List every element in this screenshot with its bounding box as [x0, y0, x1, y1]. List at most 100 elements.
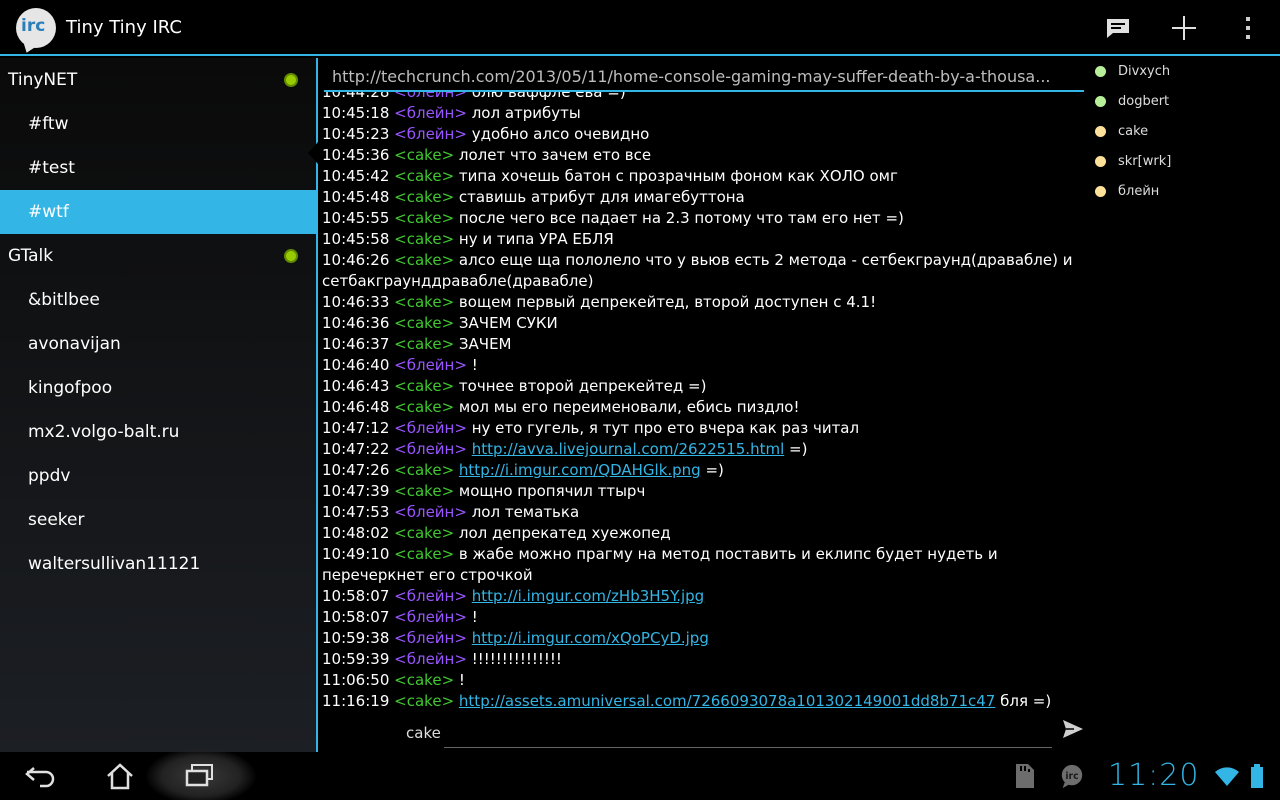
- recent-apps-icon[interactable]: [170, 756, 230, 796]
- message-nick[interactable]: cake: [407, 524, 442, 542]
- message-link[interactable]: http://i.imgur.com/QDAHGlk.png: [459, 461, 701, 479]
- message-nick[interactable]: блейн: [407, 608, 455, 626]
- message-timestamp: 11:16:19: [322, 692, 390, 710]
- message-text: мол мы его переименовали, ебись пиздло!: [458, 398, 800, 416]
- overflow-menu-icon[interactable]: [1230, 10, 1266, 46]
- message-nick[interactable]: cake: [407, 146, 442, 164]
- sidebar-item-label: seeker: [28, 510, 85, 530]
- message-nick[interactable]: cake: [407, 314, 442, 332]
- sd-card-icon[interactable]: [1012, 762, 1038, 790]
- user-list-item[interactable]: Divxych: [1088, 58, 1280, 88]
- sidebar-channel-item[interactable]: #wtf: [0, 190, 316, 234]
- message-nick[interactable]: cake: [407, 482, 442, 500]
- message-text: лолет что зачем ето все: [458, 146, 652, 164]
- message-nick[interactable]: cake: [407, 398, 442, 416]
- message-icon[interactable]: [1100, 10, 1136, 46]
- sidebar-channel-item[interactable]: mx2.volgo-balt.ru: [0, 410, 316, 454]
- message-nick[interactable]: блейн: [407, 503, 455, 521]
- message-nick[interactable]: cake: [407, 377, 442, 395]
- user-list-item[interactable]: skr[wrk]: [1088, 148, 1280, 178]
- message-nick[interactable]: cake: [407, 335, 442, 353]
- message-nick[interactable]: cake: [407, 167, 442, 185]
- message-nick[interactable]: cake: [407, 251, 442, 269]
- message-nick[interactable]: блейн: [407, 92, 455, 101]
- nick-bracket: >: [454, 650, 467, 668]
- user-list-item[interactable]: cake: [1088, 118, 1280, 148]
- message-timestamp: 10:48:02: [322, 524, 390, 542]
- message-nick[interactable]: блейн: [407, 125, 455, 143]
- sidebar-item-label: ppdv: [28, 466, 71, 486]
- message-input[interactable]: [444, 714, 1052, 748]
- message-row: 10:48:02 <cake> лол депрекатед хуежопед: [322, 523, 1078, 544]
- sidebar-channel-item[interactable]: kingofpoo: [0, 366, 316, 410]
- message-nick[interactable]: блейн: [407, 104, 455, 122]
- sidebar-channel-item[interactable]: ppdv: [0, 454, 316, 498]
- sidebar-channel-item[interactable]: #test: [0, 146, 316, 190]
- sidebar-channel-item[interactable]: #ftw: [0, 102, 316, 146]
- message-nick[interactable]: cake: [407, 230, 442, 248]
- message-nick[interactable]: блейн: [407, 650, 455, 668]
- message-timestamp: 10:47:22: [322, 440, 390, 458]
- message-nick[interactable]: cake: [407, 545, 442, 563]
- sidebar-item-label: GTalk: [8, 246, 54, 266]
- app-logo-icon[interactable]: irc: [16, 8, 56, 48]
- message-row: 10:45:23 <блейн> удобно алсо очевидно: [322, 124, 1078, 145]
- message-timestamp: 10:46:40: [322, 356, 390, 374]
- message-timestamp: 10:46:37: [322, 335, 390, 353]
- sidebar-channel-item[interactable]: waltersullivan11121: [0, 542, 316, 586]
- user-list-item[interactable]: dogbert: [1088, 88, 1280, 118]
- user-list-item[interactable]: блейн: [1088, 178, 1280, 208]
- user-name: cake: [1118, 124, 1149, 139]
- nick-bracket: >: [441, 251, 455, 269]
- message-text: =): [700, 461, 724, 479]
- message-row: 10:46:40 <блейн> !: [322, 355, 1078, 376]
- sidebar-channel-item[interactable]: avonavijan: [0, 322, 316, 366]
- send-icon[interactable]: [1058, 714, 1088, 744]
- back-icon[interactable]: [10, 756, 70, 796]
- message-text: лол депрекатед хуежопед: [458, 524, 671, 542]
- sidebar-item-label: #test: [28, 158, 75, 178]
- message-timestamp: 10:47:39: [322, 482, 390, 500]
- message-nick[interactable]: блейн: [407, 440, 455, 458]
- sidebar-server-item[interactable]: GTalk: [0, 234, 316, 278]
- message-link[interactable]: http://i.imgur.com/xQoPCyD.jpg: [472, 629, 709, 647]
- message-list[interactable]: 10:44:28 <блейн> блю ваффле ева =) 10:45:…: [322, 92, 1078, 712]
- message-nick[interactable]: cake: [407, 188, 442, 206]
- sidebar-channel-item[interactable]: &bitlbee: [0, 278, 316, 322]
- message-timestamp: 10:45:55: [322, 209, 390, 227]
- nick-bracket: >: [441, 671, 455, 689]
- add-icon[interactable]: [1166, 10, 1202, 46]
- message-text: ЗАЧЕМ: [458, 335, 512, 353]
- nick-bracket: >: [441, 167, 455, 185]
- sidebar-item-label: #ftw: [28, 114, 69, 134]
- sidebar-server-item[interactable]: TinyNET: [0, 58, 316, 102]
- user-status-icon: [1095, 126, 1106, 137]
- message-nick[interactable]: блейн: [407, 587, 455, 605]
- message-nick[interactable]: cake: [407, 293, 442, 311]
- message-nick[interactable]: блейн: [407, 629, 455, 647]
- nick-bracket: <: [394, 335, 407, 353]
- message-text: ЗАЧЕМ СУКИ: [458, 314, 558, 332]
- message-row: 10:47:26 <cake> http://i.imgur.com/QDAHG…: [322, 460, 1078, 481]
- message-nick[interactable]: cake: [407, 692, 442, 710]
- message-link[interactable]: http://avva.livejournal.com/2622515.html: [472, 440, 785, 458]
- nick-bracket: >: [454, 92, 467, 101]
- channel-topic[interactable]: http://techcrunch.com/2013/05/11/home-co…: [324, 62, 1084, 92]
- message-nick[interactable]: блейн: [407, 356, 455, 374]
- nick-bracket: <: [394, 608, 407, 626]
- sidebar-channel-item[interactable]: seeker: [0, 498, 316, 542]
- message-nick[interactable]: блейн: [407, 419, 455, 437]
- message-timestamp: 10:58:07: [322, 587, 390, 605]
- message-link[interactable]: http://assets.amuniversal.com/7266093078…: [459, 692, 995, 710]
- message-nick[interactable]: cake: [407, 209, 442, 227]
- home-icon[interactable]: [90, 756, 150, 796]
- message-text: бля =): [995, 692, 1052, 710]
- message-link[interactable]: http://i.imgur.com/zHb3H5Y.jpg: [472, 587, 705, 605]
- nick-bracket: >: [441, 146, 455, 164]
- message-row: 10:47:39 <cake> мощно пропячил ттырч: [322, 481, 1078, 502]
- battery-icon: [1244, 762, 1270, 790]
- irc-notification-icon[interactable]: irc: [1059, 762, 1085, 790]
- nick-bracket: <: [394, 293, 407, 311]
- message-nick[interactable]: cake: [407, 671, 442, 689]
- message-nick[interactable]: cake: [407, 461, 442, 479]
